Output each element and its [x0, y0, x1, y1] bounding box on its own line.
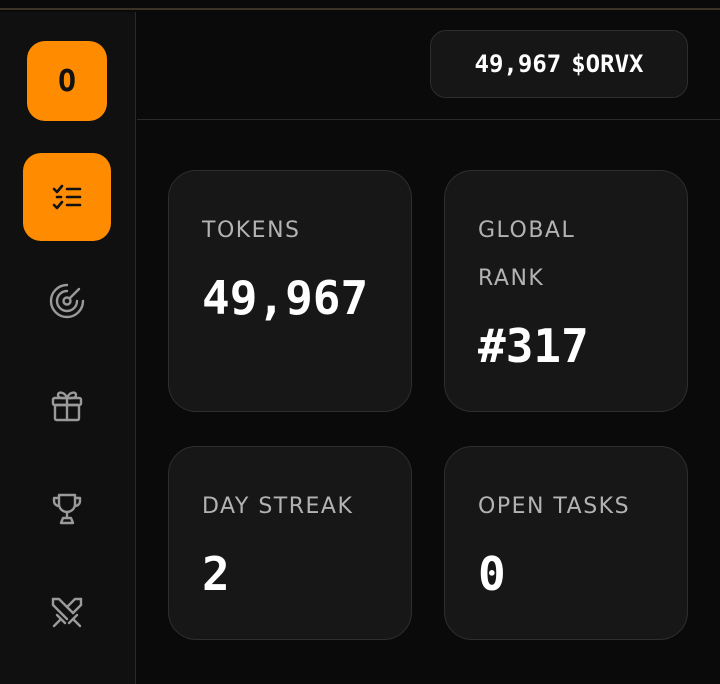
sidebar: O [0, 12, 136, 684]
top-border [0, 0, 720, 10]
tasks-checklist-icon [52, 184, 82, 210]
sidebar-item-tasks[interactable] [23, 153, 111, 241]
gift-icon [51, 391, 83, 422]
balance-symbol: $ORVX [571, 50, 644, 78]
sidebar-item-radar[interactable] [23, 257, 111, 345]
stat-label: OPEN TASKS [478, 494, 631, 519]
stat-card-tasks: OPEN TASKS 0 [444, 446, 688, 640]
sidebar-item-leaderboard[interactable] [23, 465, 111, 553]
header-divider [137, 119, 720, 120]
stat-value: 2 [202, 547, 230, 601]
stat-value: #317 [478, 319, 589, 373]
app-logo[interactable]: O [27, 41, 107, 121]
sidebar-item-battles[interactable] [23, 569, 111, 657]
stat-label: GLOBAL RANK [478, 218, 576, 291]
stat-card-rank: GLOBAL RANK #317 [444, 170, 688, 412]
stat-card-streak: DAY STREAK 2 [168, 446, 412, 640]
stat-value: 49,967 [202, 271, 369, 325]
stat-label: DAY STREAK [202, 494, 354, 519]
trophy-icon [52, 493, 82, 525]
radar-icon [49, 283, 85, 319]
stat-card-tokens: TOKENS 49,967 [168, 170, 412, 412]
stat-label: TOKENS [202, 218, 301, 243]
token-balance[interactable]: 49,967 $ORVX [430, 30, 688, 98]
balance-amount: 49,967 [474, 50, 562, 78]
sidebar-item-rewards[interactable] [23, 361, 111, 449]
logo-text: O [57, 63, 77, 99]
swords-icon [51, 597, 83, 628]
stat-value: 0 [478, 547, 506, 601]
